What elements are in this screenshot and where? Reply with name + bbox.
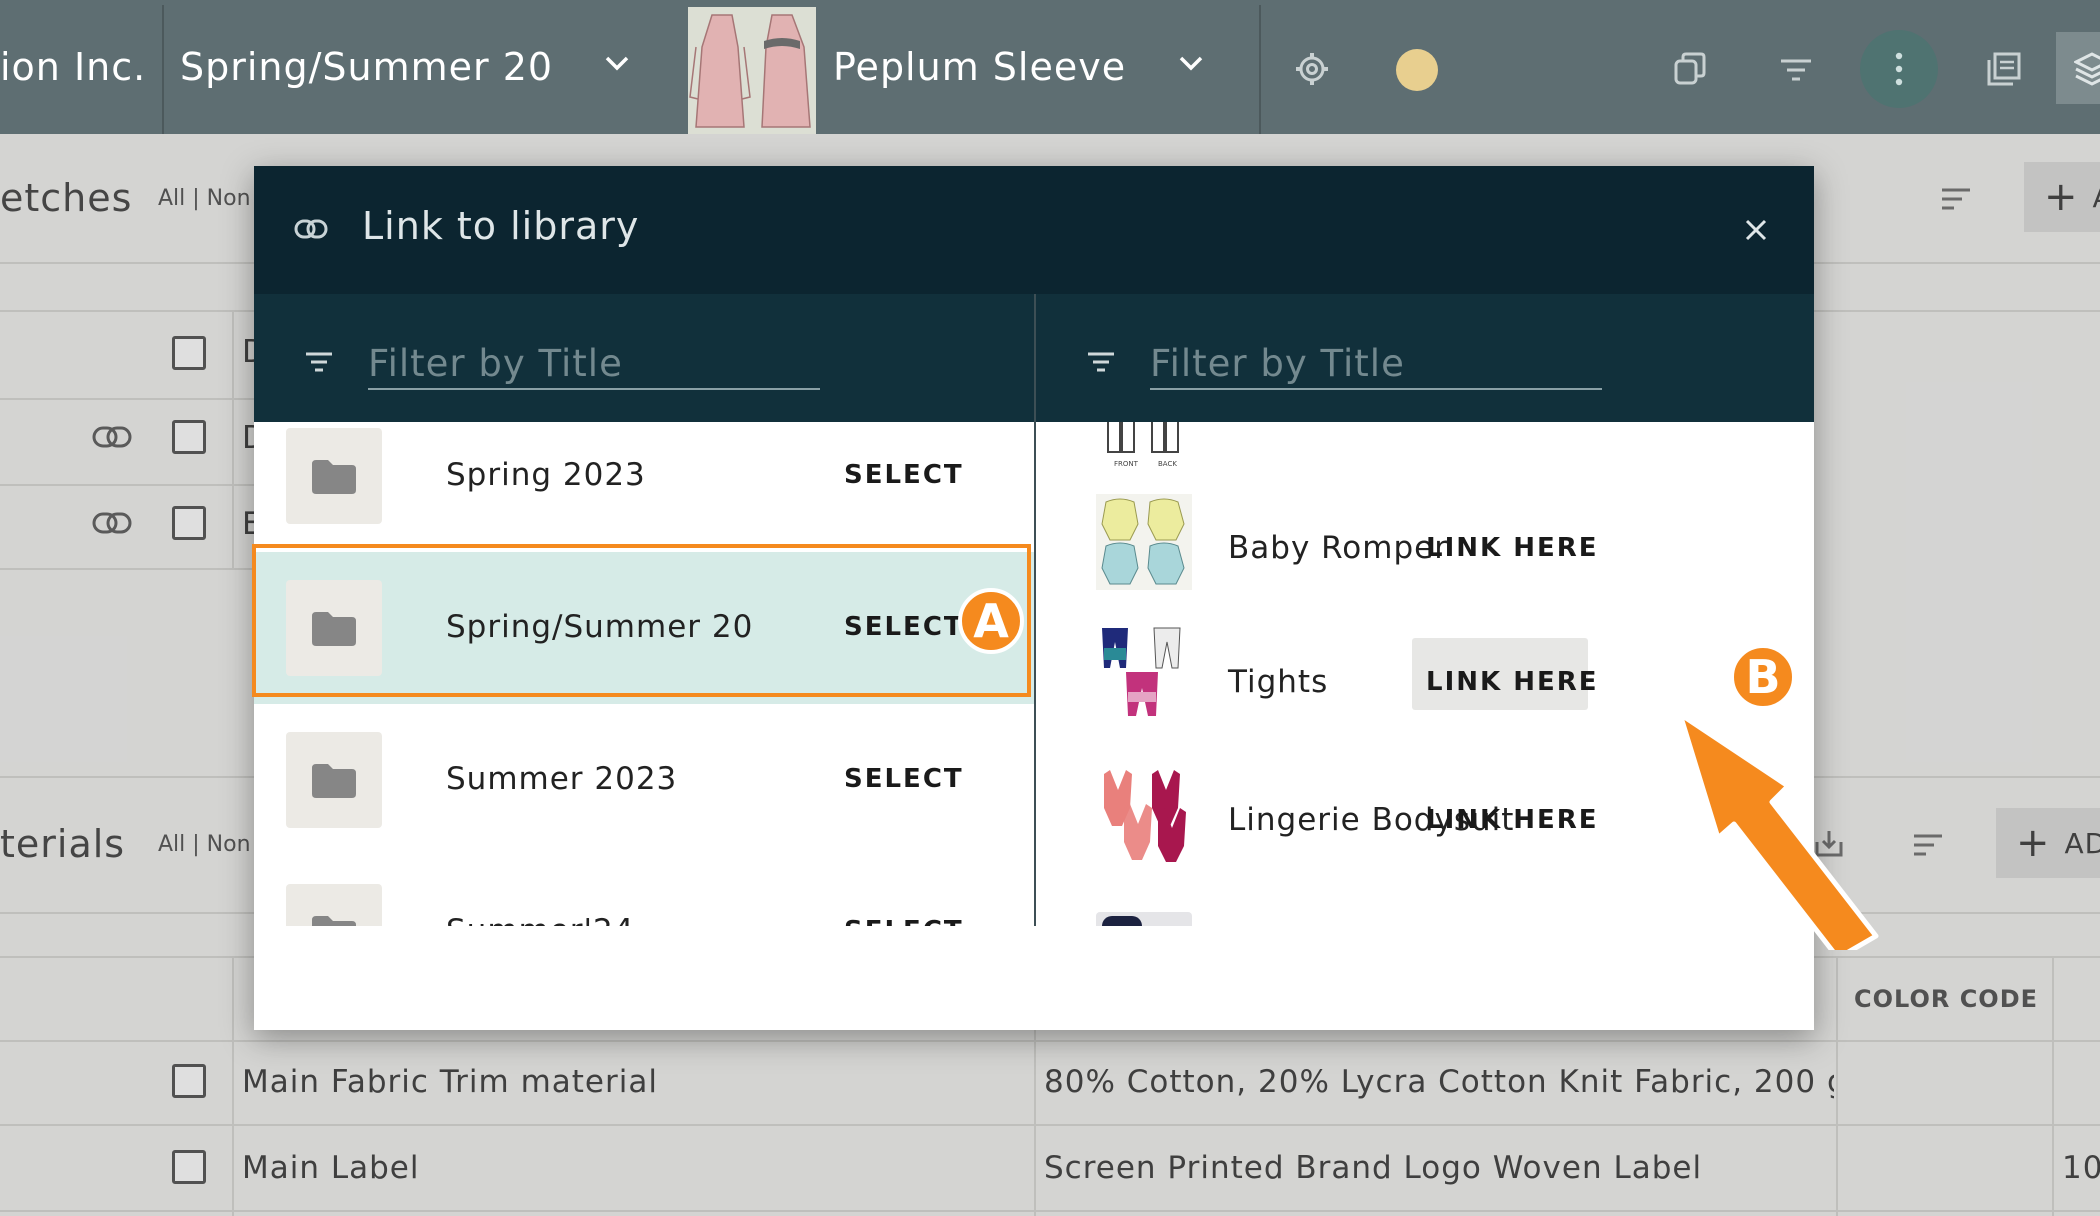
document-copy-icon[interactable]	[1986, 51, 2022, 87]
select-button[interactable]: SELECT	[844, 916, 964, 926]
folder-icon	[312, 764, 356, 798]
product-thumbnail: FRONT BACK	[1107, 422, 1179, 468]
product-thumbnail	[1096, 624, 1192, 720]
dialog-header: Link to library	[254, 166, 1814, 294]
folder-label: Summer'24	[446, 913, 635, 926]
select-button[interactable]: SELECT	[844, 764, 964, 794]
folder-icon	[312, 916, 356, 926]
more-vertical-icon	[1895, 52, 1903, 86]
product-thumbnail	[1096, 912, 1192, 926]
layers-button[interactable]	[2056, 32, 2100, 104]
svg-text:FRONT: FRONT	[1114, 460, 1139, 468]
filter-icon	[1088, 352, 1114, 372]
layers-icon	[2074, 52, 2100, 86]
dialog-title: Link to library	[362, 204, 640, 248]
top-bar: ion Inc. Spring/Summer 20 Peplum Sleeve	[0, 0, 2100, 134]
style-selector[interactable]: Peplum Sleeve	[833, 0, 1126, 134]
divider	[1259, 5, 1261, 134]
highlight-box-a	[252, 544, 1031, 697]
chevron-down-icon[interactable]	[1176, 48, 1206, 78]
close-icon[interactable]	[1744, 218, 1768, 242]
company-name: ion Inc.	[0, 45, 147, 89]
folder-row[interactable]: Summer 2023 SELECT	[254, 704, 1034, 856]
filter-icon[interactable]	[1778, 56, 1814, 84]
product-row[interactable]: Baby Romper LINK HERE	[1036, 482, 1814, 612]
product-thumbnail	[1096, 494, 1192, 590]
annotation-badge-a: A	[958, 588, 1024, 654]
svg-text:BACK: BACK	[1158, 460, 1177, 468]
folder-tile	[286, 732, 382, 828]
link-here-button[interactable]: LINK HERE	[1426, 533, 1599, 563]
product-thumbnail	[1096, 768, 1192, 864]
more-options-button[interactable]	[1860, 30, 1938, 108]
chevron-down-icon[interactable]	[602, 48, 632, 78]
folder-tile	[286, 428, 382, 524]
filter-icon	[306, 352, 332, 372]
divider	[162, 5, 164, 134]
duplicate-icon[interactable]	[1672, 51, 1708, 87]
season-label: Spring/Summer 20	[180, 45, 554, 89]
season-selector[interactable]: Spring/Summer 20	[180, 0, 553, 134]
link-icon	[294, 219, 328, 239]
annotation-arrow	[1677, 711, 1879, 950]
right-filter-bar	[1036, 294, 1814, 422]
select-button[interactable]: SELECT	[844, 460, 964, 490]
product-label: Tights	[1228, 664, 1329, 700]
link-here-button[interactable]: LINK HERE	[1426, 805, 1599, 835]
left-filter-bar	[254, 294, 1034, 422]
product-thumbnail	[688, 7, 816, 134]
left-filter-input[interactable]	[368, 338, 820, 390]
folder-row[interactable]: Summer'24 SELECT	[254, 856, 1034, 926]
folder-row[interactable]: Spring 2023 SELECT	[254, 422, 1034, 552]
product-label: Baby Romper	[1228, 530, 1448, 566]
settings-gear-icon[interactable]	[1294, 51, 1330, 87]
link-here-button[interactable]: LINK HERE	[1426, 667, 1599, 697]
status-dot-icon[interactable]	[1396, 49, 1438, 91]
style-label: Peplum Sleeve	[833, 45, 1127, 89]
right-filter-input[interactable]	[1150, 338, 1602, 390]
folder-label: Summer 2023	[446, 761, 678, 797]
folder-label: Spring 2023	[446, 457, 646, 493]
folder-icon	[312, 460, 356, 494]
folder-tile	[286, 884, 382, 926]
